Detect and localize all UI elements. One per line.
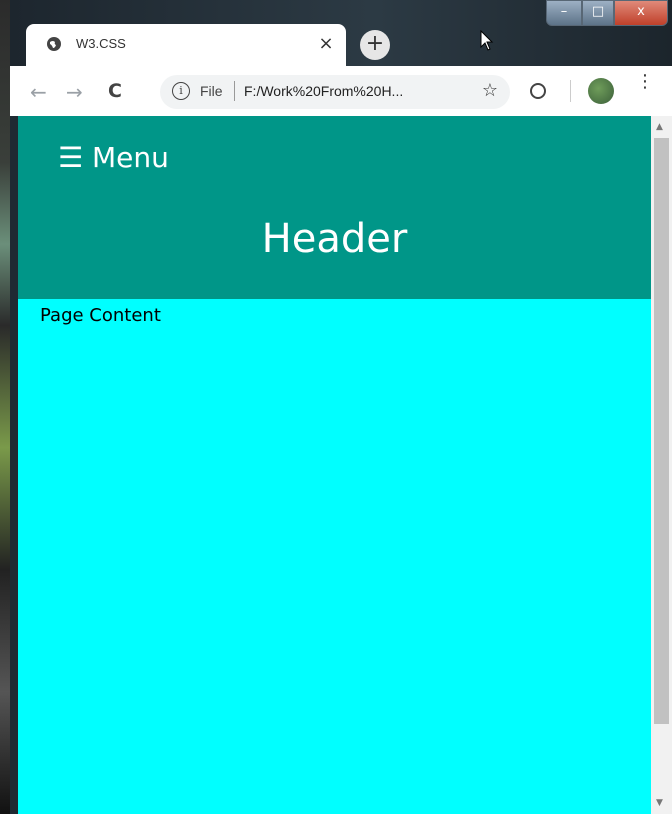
scrollbar-thumb[interactable] [654,138,669,724]
scrollbar[interactable]: ▲ ▼ [651,116,672,814]
avatar[interactable] [588,78,614,104]
address-separator [234,81,235,101]
cursor-icon [480,30,494,51]
browser-tab[interactable]: W3.CSS × [26,24,346,66]
info-icon[interactable]: i [172,82,190,100]
minimize-button[interactable]: – [546,0,582,26]
menu-button[interactable]: ☰ Menu [58,141,169,174]
page-header: ☰ Menu Header [18,116,651,299]
address-bar[interactable]: i File F:/Work%20From%20H... ☆ [160,75,510,109]
forward-icon[interactable]: → [66,80,83,104]
maximize-button[interactable]: □ [582,0,614,26]
window-controls: – □ x [546,0,668,26]
star-icon[interactable]: ☆ [482,80,498,101]
page-content: Page Content [40,305,161,326]
title-bar: W3.CSS × + – □ x [10,0,672,66]
toolbar-separator [570,80,571,102]
address-url[interactable]: F:/Work%20From%20H... [244,83,403,99]
kebab-icon[interactable]: ⋮ [636,73,654,91]
address-scheme: File [200,83,223,99]
extension-icon[interactable] [530,83,546,99]
header-title: Header [261,216,408,262]
globe-icon [47,37,61,51]
browser-toolbar: ← → C i File F:/Work%20From%20H... ☆ ⋮ [10,66,672,116]
scroll-up-icon[interactable]: ▲ [656,122,663,132]
browser-window: W3.CSS × + – □ x ← → C i File F:/Work%20… [10,0,672,814]
reload-icon[interactable]: C [108,80,122,102]
plus-icon[interactable]: + [360,30,390,60]
desktop-strip [0,0,10,814]
back-icon[interactable]: ← [30,80,47,104]
scroll-down-icon[interactable]: ▼ [656,798,663,808]
close-window-button[interactable]: x [614,0,668,26]
close-icon[interactable]: × [316,33,336,54]
tab-title: W3.CSS [76,36,126,51]
page-viewport: ☰ Menu Header Page Content [18,116,651,814]
